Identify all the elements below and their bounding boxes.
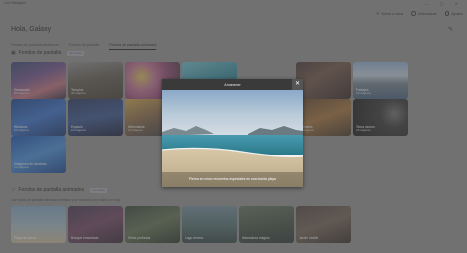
picture-icon: ▣ bbox=[11, 50, 16, 56]
animated-tile[interactable]: Playa de arena bbox=[11, 206, 66, 243]
animated-hint: Los fondos de pantalla animados cambian … bbox=[11, 198, 121, 202]
wallpaper-tile[interactable]: Imágenes de windows 12 imágenes bbox=[11, 136, 66, 173]
tile-count: 18 imágenes bbox=[14, 129, 29, 132]
tab-animated[interactable]: Fondos de pantalla animados bbox=[109, 43, 157, 50]
see-all-animated-link[interactable]: Ver todos bbox=[90, 187, 107, 193]
gear-icon bbox=[444, 11, 450, 16]
tab-dynamic[interactable]: Fondos de pantalla dinámicos bbox=[11, 43, 59, 50]
app-title: Live Wallpaper bbox=[4, 1, 27, 5]
title-bar: Live Wallpaper — ▢ ✕ bbox=[0, 0, 467, 8]
wallpaper-tile[interactable]: Espacio 24 imágenes bbox=[68, 99, 123, 136]
edit-pencil-icon[interactable]: ✎ bbox=[448, 26, 455, 33]
toolbar: + Volver a crear Seleccionar Ajustes bbox=[376, 10, 463, 17]
settings-label: Ajustes bbox=[451, 11, 463, 16]
tab-wallpapers[interactable]: Fondos de pantalla bbox=[69, 43, 100, 50]
animated-tile[interactable]: Lago sereno bbox=[182, 206, 237, 243]
star-icon: ☆ bbox=[11, 187, 16, 193]
wallpaper-tile[interactable]: Destacado 88 imágenes bbox=[11, 62, 66, 99]
wallpaper-tile[interactable]: Templos 36 imágenes bbox=[68, 62, 123, 99]
wallpaper-tile[interactable]: Tema oscuro 22 imágenes bbox=[353, 99, 408, 136]
animated-tile-label: Playa de arena bbox=[14, 236, 37, 240]
tile-count: 22 imágenes bbox=[356, 129, 371, 132]
window-controls[interactable]: — ▢ ✕ bbox=[425, 1, 463, 6]
settings-button[interactable]: Ajustes bbox=[444, 10, 463, 17]
tile-count: 12 imágenes bbox=[14, 166, 29, 169]
animated-section-header: ☆ Fondos de pantalla animados Ver todos bbox=[11, 187, 107, 193]
tab-bar: Fondos de pantalla dinámicos Fondos de p… bbox=[11, 43, 157, 50]
select-icon bbox=[411, 11, 416, 16]
dialog-title: Amanecer bbox=[224, 82, 241, 87]
close-icon[interactable]: ✕ bbox=[292, 79, 303, 90]
preview-dialog: Amanecer ✕ Pierna en cinco recuerdos esp… bbox=[162, 79, 303, 187]
animated-tile-label: Jardín otoñal bbox=[299, 236, 319, 240]
dialog-header: Amanecer ✕ bbox=[162, 79, 303, 90]
create-label: Volver a crear bbox=[381, 11, 404, 16]
animated-tile[interactable]: Bosque encantado bbox=[68, 206, 123, 243]
tile-count: 32 imágenes bbox=[356, 92, 371, 95]
animated-tile[interactable]: Jardín otoñal bbox=[296, 206, 351, 243]
tile-count: 36 imágenes bbox=[71, 92, 86, 95]
animated-tile-label: Selva profunda bbox=[128, 236, 151, 240]
animated-tile-label: Naturaleza mágica bbox=[242, 236, 270, 240]
preview-caption: Pierna en cinco recuerdos especiales en … bbox=[189, 177, 276, 181]
create-button[interactable]: + Volver a crear bbox=[376, 10, 403, 17]
wallpaper-tile[interactable]: Windows 18 imágenes bbox=[11, 99, 66, 136]
animated-tile-label: Bosque encantado bbox=[71, 236, 99, 240]
plus-icon: + bbox=[376, 10, 380, 17]
wallpaper-tile[interactable] bbox=[296, 62, 351, 99]
wallpapers-section-header: ▣ Fondos de pantalla Ver todos bbox=[11, 50, 84, 56]
tile-count: 16 imágenes bbox=[128, 129, 143, 132]
see-all-wallpapers-link[interactable]: Ver todos bbox=[67, 50, 84, 56]
wallpapers-section-title: Fondos de pantalla bbox=[18, 50, 62, 56]
tile-count: 88 imágenes bbox=[14, 92, 29, 95]
greeting: Hola, Galaxy bbox=[11, 26, 52, 33]
wallpaper-tile[interactable]: Paisajes 32 imágenes bbox=[353, 62, 408, 99]
animated-tile-label: Lago sereno bbox=[185, 236, 204, 240]
preview-image bbox=[162, 90, 303, 187]
tile-count: 24 imágenes bbox=[71, 129, 86, 132]
animated-section-title: Fondos de pantalla animados bbox=[18, 187, 85, 193]
animated-tile[interactable]: Naturaleza mágica bbox=[239, 206, 294, 243]
animated-tile[interactable]: Selva profunda bbox=[125, 206, 180, 243]
select-button[interactable]: Seleccionar bbox=[411, 10, 437, 17]
wallpaper-tile[interactable]: Animales 28 imágenes bbox=[296, 99, 351, 136]
select-label: Seleccionar bbox=[417, 11, 437, 16]
